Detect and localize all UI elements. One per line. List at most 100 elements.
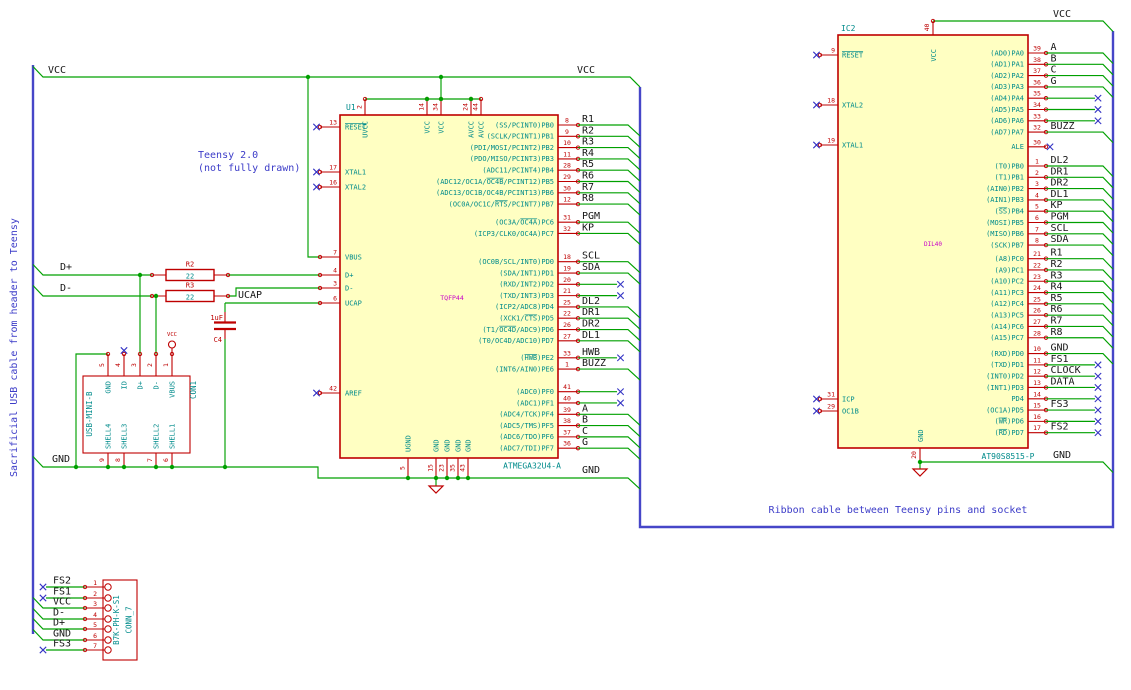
vcc-symbol-con1[interactable]: VCC [167,332,177,354]
no-connect-x [1094,117,1102,125]
gnd-symbol-ic2[interactable] [911,468,929,477]
net-label-R8[interactable]: R8 [582,193,594,204]
junction-dot [424,96,430,102]
net-label-PGM[interactable]: PGM [1051,212,1069,223]
net-label-FS3[interactable]: FS3 [1051,399,1069,410]
net-label-vcc-u1[interactable]: VCC [577,65,595,76]
net-label-DL1[interactable]: DL1 [582,330,600,341]
pin-number: 40 [563,394,571,402]
net-label-BUZZ[interactable]: BUZZ [582,358,606,369]
net-label-R3[interactable]: R3 [582,137,594,148]
pin-number: 21 [1033,250,1041,258]
net-label-CLOCK[interactable]: CLOCK [1051,365,1081,376]
pin-number: 27 [563,332,571,340]
net-label-B[interactable]: B [582,415,588,426]
net-label-gnd-left[interactable]: GND [52,454,70,465]
pin-name: (SDA/INT1)PD1 [499,269,554,277]
net-label-R4[interactable]: R4 [582,148,594,159]
net-label-FS1[interactable]: FS1 [1051,354,1069,365]
net-label-PGM[interactable]: PGM [582,211,600,222]
pin-number: 28 [1033,329,1041,337]
net-label-FS2[interactable]: FS2 [1051,422,1069,433]
pin-number: 32 [1033,124,1041,132]
net-label-DR2[interactable]: DR2 [1051,178,1069,189]
no-connect-x [1094,395,1102,403]
net-label-GND[interactable]: GND [1051,343,1069,354]
net-label-dplus[interactable]: D+ [60,262,72,273]
net-label-DR1[interactable]: DR1 [582,307,600,318]
net-label-DL2[interactable]: DL2 [1051,155,1069,166]
pin-name: (A8)PC0 [994,255,1024,263]
u1-footprint: TQFP44 [440,294,464,302]
net-label-DL2[interactable]: DL2 [582,296,600,307]
net-label-R1[interactable]: R1 [1051,248,1063,259]
net-label-gnd-u1[interactable]: GND [582,465,600,476]
net-label-R7[interactable]: R7 [582,182,594,193]
net-label-FS2[interactable]: FS2 [53,576,71,587]
net-label-R8[interactable]: R8 [1051,327,1063,338]
net-label-BUZZ[interactable]: BUZZ [1051,121,1075,132]
net-label-R4[interactable]: R4 [1051,282,1063,293]
net-label-ucap[interactable]: UCAP [238,290,262,301]
net-label-C[interactable]: C [1051,65,1057,76]
pin-number: 9 [831,47,835,55]
conn7-ref: CONN_7 [125,606,134,633]
schematic-canvas: VCC Sacrificial USB cable from header to… [0,0,1131,690]
net-label-SDA[interactable]: SDA [1051,234,1069,245]
net-label-A[interactable]: A [1051,42,1057,53]
pin-name: AVCC [477,121,485,138]
con1-ref: CON1 [189,381,198,399]
net-label-vcc-ic2[interactable]: VCC [1053,9,1071,20]
net-label-HWB[interactable]: HWB [582,347,600,358]
net-label-VCC[interactable]: VCC [53,597,71,608]
net-label-R6[interactable]: R6 [1051,304,1063,315]
pin-number: 39 [1033,45,1041,53]
net-label-DR1[interactable]: DR1 [1051,166,1069,177]
net-label-R1[interactable]: R1 [582,114,594,125]
no-connect-x [1094,429,1102,437]
net-label-DL1[interactable]: DL1 [1051,189,1069,200]
wire-to-bus [578,232,641,245]
net-label-FS3[interactable]: FS3 [53,639,71,650]
conn7-pin-6: 6GND [32,629,112,644]
net-label-G[interactable]: G [582,437,588,448]
pin-name: D+ [345,271,353,279]
net-label-R2[interactable]: R2 [582,125,594,136]
net-label-SDA[interactable]: SDA [582,262,600,273]
net-label-R6[interactable]: R6 [582,171,594,182]
net-label-D+[interactable]: D+ [53,618,65,629]
pin-name: (AD0)PA0 [990,49,1024,57]
net-label-B[interactable]: B [1051,53,1057,64]
pin-name: XTAL2 [345,183,366,191]
pin-number: 1 [565,361,569,369]
connector-pin-circle [104,646,112,654]
pin-name: (INT0)PD2 [986,372,1024,380]
net-label-dminus[interactable]: D- [60,283,72,294]
net-label-DR2[interactable]: DR2 [582,319,600,330]
pin-name: (ICP2/ADC8)PD4 [495,303,554,311]
pin-number: 4 [1035,191,1039,199]
net-label-G[interactable]: G [1051,76,1057,87]
net-label-KP[interactable]: KP [1051,200,1063,211]
net-label-R2[interactable]: R2 [1051,259,1063,270]
net-label-C[interactable]: C [582,426,588,437]
gnd-symbol-u1[interactable] [427,485,445,494]
net-label-vcc-left[interactable]: VCC [48,65,66,76]
pin-name: SHELL2 [152,424,160,449]
net-label-R3[interactable]: R3 [1051,270,1063,281]
net-label-SCL[interactable]: SCL [582,251,600,262]
pin-name: GND [454,439,462,452]
net-label-SCL[interactable]: SCL [1051,223,1069,234]
net-label-KP[interactable]: KP [582,222,594,233]
pin-number: 8 [565,117,569,125]
net-label-R7[interactable]: R7 [1051,315,1063,326]
junction-dot [222,464,228,470]
net-label-A[interactable]: A [582,403,588,414]
pin-number: 20 [563,276,571,284]
net-label-DATA[interactable]: DATA [1051,376,1075,387]
net-label-R5[interactable]: R5 [1051,293,1063,304]
pin-number: 42 [329,385,337,393]
net-label-gnd-ic2[interactable]: GND [1053,450,1071,461]
no-connect-x [39,594,47,602]
net-label-R5[interactable]: R5 [582,159,594,170]
